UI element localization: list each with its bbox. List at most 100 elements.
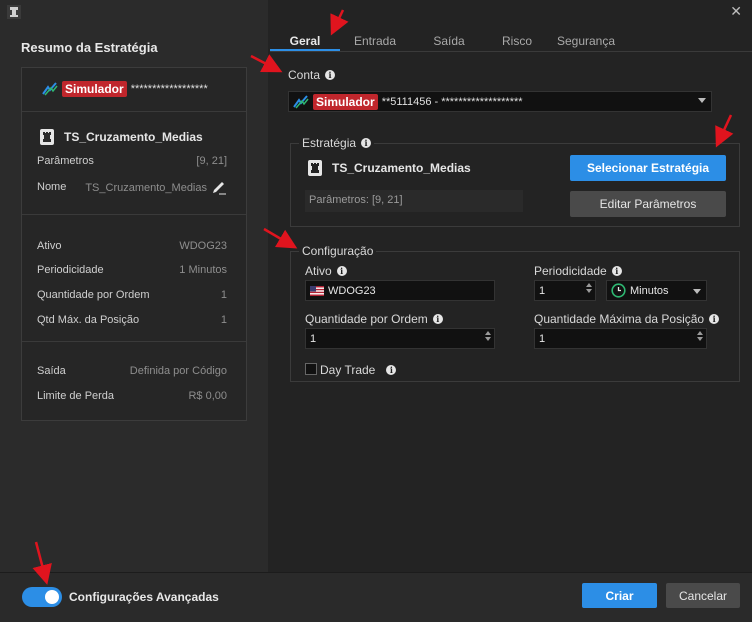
select-strategy-button[interactable]: Selecionar Estratégia (570, 155, 726, 181)
qtd-max-label: Quantidade Máxima da Posição i (534, 312, 720, 326)
info-icon: i (386, 365, 397, 375)
qtd-max-label-text: Quantidade Máxima da Posição (534, 312, 705, 326)
divider (22, 341, 246, 342)
account-mask: ****************** (130, 83, 208, 95)
info-icon: i (336, 266, 347, 276)
divider (22, 214, 246, 215)
advanced-settings-toggle[interactable] (22, 587, 62, 607)
qtd-ordem-stepper[interactable]: 1 (305, 328, 495, 349)
tab-bar: Geral Entrada Saída Risco Segurança (270, 30, 626, 52)
row-key: Periodicidade (37, 264, 104, 276)
summary-row-periodicidade: Periodicidade 1 Minutos (37, 264, 227, 276)
row-key: Parâmetros (37, 155, 94, 167)
info-icon: i (611, 266, 622, 276)
close-icon[interactable]: ✕ (730, 3, 742, 20)
periodicidade-label-text: Periodicidade (534, 264, 607, 278)
configuracao-label: Configuração (302, 244, 374, 258)
edit-parameters-button[interactable]: Editar Parâmetros (570, 191, 726, 217)
summary-row-qtd-max: Qtd Máx. da Posição 1 (37, 314, 227, 326)
divider (22, 111, 246, 112)
clock-icon (611, 283, 626, 298)
summary-strategy-name: TS_Cruzamento_Medias (64, 130, 203, 144)
tab-saida[interactable]: Saída (410, 30, 488, 52)
day-trade-label-text: Day Trade (320, 363, 376, 377)
row-key: Qtd Máx. da Posição (37, 314, 140, 326)
estrategia-name-row: TS_Cruzamento_Medias (308, 160, 471, 176)
cancel-button[interactable]: Cancelar (666, 583, 740, 608)
chevron-down-icon (693, 289, 701, 294)
info-icon: i (325, 70, 336, 80)
conta-label-text: Conta (288, 68, 321, 82)
row-value: TS_Cruzamento_Medias (85, 182, 207, 194)
estrategia-name: TS_Cruzamento_Medias (332, 161, 471, 175)
simulator-badge: Simulador (62, 81, 127, 97)
tab-entrada[interactable]: Entrada (340, 30, 410, 52)
info-icon: i (361, 138, 372, 148)
info-icon: i (432, 314, 443, 324)
broker-logo-icon (42, 82, 58, 96)
app-logo-icon (7, 5, 21, 19)
row-key: Nome (37, 181, 67, 193)
qtd-max-stepper[interactable]: 1 (534, 328, 707, 349)
summary-card: Simulador ****************** TS_Cruzamen… (21, 67, 247, 421)
ativo-label-text: Ativo (305, 264, 332, 278)
summary-row-parametros: Parâmetros [9, 21] (37, 155, 227, 167)
row-value: Definida por Código (129, 365, 227, 377)
qtd-ordem-label-text: Quantidade por Ordem (305, 312, 428, 326)
ativo-label: Ativo i (305, 264, 347, 278)
summary-row-quantidade: Quantidade por Ordem 1 (37, 289, 227, 301)
strategy-rook-icon (40, 129, 54, 145)
row-value: 1 Minutos (179, 264, 227, 276)
periodicidade-label: Periodicidade i (534, 264, 622, 278)
qtd-ordem-value: 1 (310, 332, 317, 345)
tab-geral[interactable]: Geral (270, 30, 340, 52)
stepper-arrows[interactable] (697, 331, 703, 341)
info-icon: i (709, 314, 720, 324)
tab-seguranca[interactable]: Segurança (546, 30, 626, 52)
day-trade-checkbox[interactable] (305, 363, 317, 375)
summary-row-ativo: Ativo WDOG23 (37, 240, 227, 252)
ativo-input[interactable]: WDOG23 (305, 280, 495, 301)
simulator-badge: Simulador (313, 93, 378, 110)
row-key: Quantidade por Ordem (37, 289, 150, 301)
tab-risco[interactable]: Risco (488, 30, 546, 52)
periodicidade-stepper[interactable]: 1 (534, 280, 596, 301)
tabs-divider (270, 51, 752, 52)
stepper-arrows[interactable] (485, 331, 491, 341)
estrategia-label: Estratégia (302, 136, 357, 150)
broker-logo-icon (293, 94, 309, 108)
us-flag-icon (310, 285, 324, 296)
row-value: R$ 0,00 (188, 390, 227, 402)
advanced-settings-label: Configurações Avançadas (69, 590, 219, 604)
row-value: [9, 21] (196, 155, 227, 167)
summary-account: Simulador ****************** (42, 81, 208, 97)
periodicidade-unit: Minutos (630, 284, 669, 297)
qtd-ordem-label: Quantidade por Ordem i (305, 312, 443, 326)
summary-row-limite: Limite de Perda R$ 0,00 (37, 390, 227, 402)
row-value: 1 (220, 289, 227, 301)
row-key: Saída (37, 365, 66, 377)
create-button[interactable]: Criar (582, 583, 657, 608)
left-panel: Resumo da Estratégia Simulador *********… (0, 0, 268, 572)
estrategia-params: Parâmetros: [9, 21] (305, 190, 523, 212)
qtd-max-value: 1 (539, 332, 546, 345)
conta-select[interactable]: Simulador **5111456 - ******************… (288, 91, 712, 112)
row-value: WDOG23 (179, 240, 227, 252)
row-value-wrap: TS_Cruzamento_Medias (85, 181, 227, 195)
edit-pencil-icon[interactable] (211, 181, 227, 195)
chevron-down-icon (698, 98, 706, 103)
conta-value: **5111456 - ******************* (381, 95, 523, 108)
periodicidade-unit-select[interactable]: Minutos (606, 280, 707, 301)
periodicidade-value: 1 (539, 284, 546, 297)
summary-row-nome: Nome TS_Cruzamento_Medias (37, 181, 227, 195)
row-key: Ativo (37, 240, 62, 252)
row-key: Limite de Perda (37, 390, 115, 402)
estrategia-legend: Estratégia i (299, 136, 375, 150)
summary-strategy: TS_Cruzamento_Medias (40, 129, 203, 145)
stepper-arrows[interactable] (586, 283, 592, 293)
summary-row-saida: Saída Definida por Código (37, 365, 227, 377)
ativo-value: WDOG23 (328, 284, 376, 297)
strategy-rook-icon (308, 160, 322, 176)
summary-title: Resumo da Estratégia (21, 40, 158, 55)
row-value: 1 (220, 314, 227, 326)
